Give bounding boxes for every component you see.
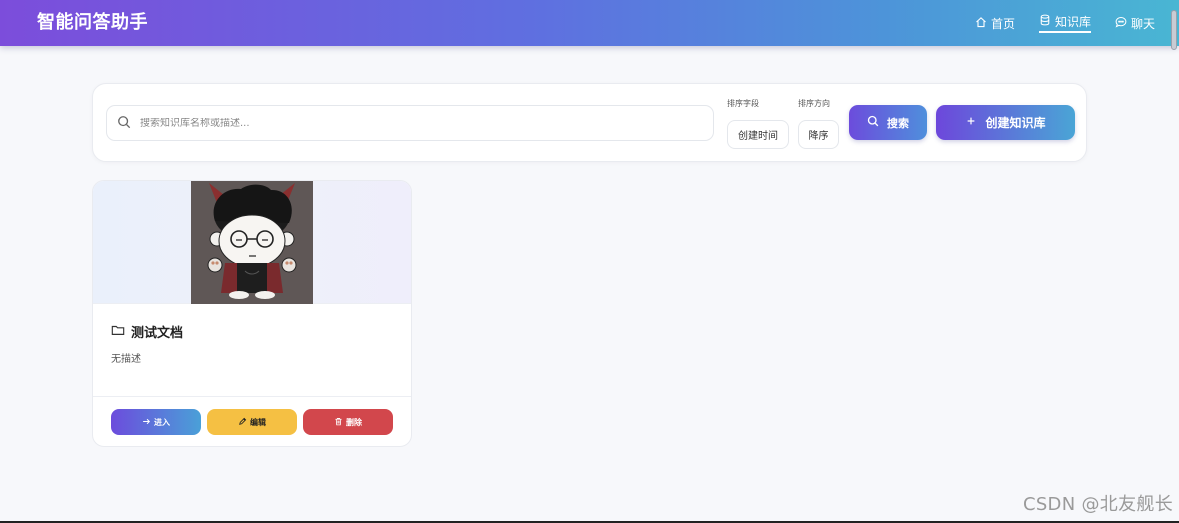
arrow-right-icon [142, 417, 151, 428]
top-navbar: 智能问答助手 首页 知识库 聊天 [0, 0, 1179, 46]
sort-field-label: 排序字段 [727, 99, 759, 108]
nav-item-chat[interactable]: 聊天 [1115, 0, 1155, 34]
search-icon [107, 114, 131, 133]
nav-item-home[interactable]: 首页 [975, 0, 1015, 34]
search-button[interactable]: 搜索 [849, 105, 927, 140]
kb-title: 测试文档 [111, 322, 183, 341]
folder-icon [111, 323, 125, 341]
kb-edit-label: 编辑 [250, 417, 266, 427]
trash-icon [334, 417, 343, 428]
sort-field-select[interactable]: 创建时间 [727, 120, 789, 149]
watermark: CSDN @北友舰长 [1022, 494, 1173, 515]
kb-enter-button[interactable]: 进入 [111, 409, 201, 435]
app-title: 智能问答助手 [37, 12, 148, 33]
kb-cover [93, 181, 411, 304]
search-button-label: 搜索 [887, 116, 909, 130]
kb-delete-label: 删除 [346, 417, 362, 427]
nav-item-knowledge-base[interactable]: 知识库 [1038, 0, 1091, 33]
scrollbar-thumb[interactable] [1171, 10, 1177, 50]
home-icon [975, 16, 987, 31]
search-input[interactable] [140, 117, 700, 129]
kb-delete-button[interactable]: 删除 [303, 409, 393, 435]
search-icon [867, 115, 879, 130]
chat-bubble-icon [1115, 16, 1127, 31]
pencil-icon [238, 417, 247, 428]
kb-edit-button[interactable]: 编辑 [207, 409, 297, 435]
nav-item-chat-label: 聊天 [1130, 16, 1155, 31]
knowledge-base-card: 测试文档 无描述 进入 编辑 删除 [92, 180, 412, 447]
nav-item-knowledge-base-label: 知识库 [1054, 15, 1091, 29]
kb-cover-image [191, 181, 313, 304]
sort-order-label: 排序方向 [798, 99, 830, 108]
nav-item-home-label: 首页 [990, 16, 1015, 31]
sort-order-select[interactable]: 降序 [798, 120, 839, 149]
search-box [106, 105, 714, 141]
search-panel: 排序字段 创建时间 排序方向 降序 搜索 创建知识库 [92, 83, 1087, 162]
kb-divider [93, 396, 411, 397]
create-button-label: 创建知识库 [985, 116, 1046, 130]
kb-name: 测试文档 [131, 326, 184, 341]
create-knowledge-base-button[interactable]: 创建知识库 [936, 105, 1075, 140]
database-icon [1039, 14, 1051, 29]
kb-description: 无描述 [111, 354, 141, 365]
kb-enter-label: 进入 [154, 417, 170, 427]
plus-icon [965, 115, 977, 130]
main-nav: 首页 知识库 聊天 [951, 0, 1155, 46]
